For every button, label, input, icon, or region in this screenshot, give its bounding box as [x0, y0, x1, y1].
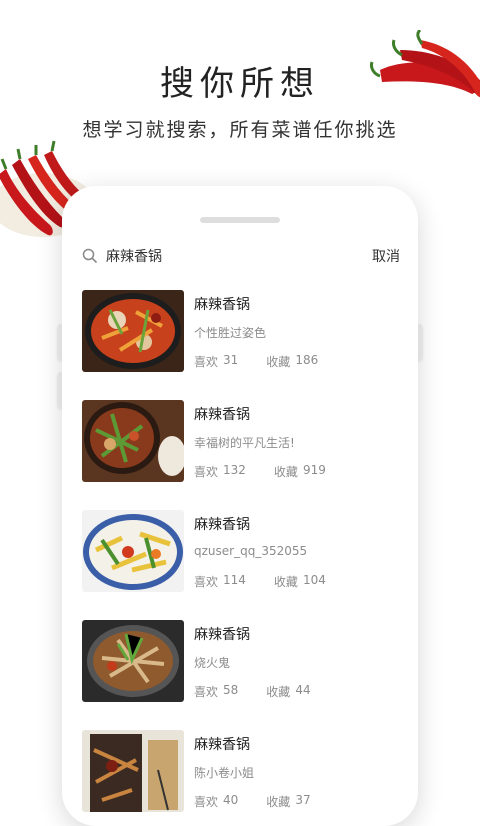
favorites-count: 104 [302, 573, 326, 587]
recipe-stats: 喜欢 58 收藏 44 [194, 683, 339, 700]
likes-count: 40 [223, 793, 239, 807]
phone-speaker [200, 217, 280, 223]
recipe-list-item[interactable]: 麻辣香锅 烧火鬼 喜欢 58 收藏 44 [82, 620, 402, 730]
promo-headline: 搜你所想 [160, 64, 320, 104]
recipe-stats: 喜欢 31 收藏 186 [194, 353, 346, 370]
recipe-title: 麻辣香锅 [194, 517, 250, 533]
likes-label: 喜欢 [194, 355, 219, 369]
recipe-author: 陈小卷小姐 [194, 766, 255, 780]
cancel-button[interactable]: 取消 [372, 246, 400, 266]
favorites-count: 919 [302, 463, 326, 477]
favorites-count: 186 [295, 353, 319, 367]
recipe-author: 烧火鬼 [194, 656, 231, 670]
recipe-author: 个性胜过姿色 [194, 326, 267, 340]
likes-label: 喜欢 [194, 575, 219, 589]
recipe-thumbnail[interactable] [82, 510, 184, 592]
likes-count: 114 [223, 573, 246, 587]
recipe-author: 幸福树的平凡生活! [194, 436, 295, 450]
recipe-list-item[interactable]: 麻辣香锅 qzuser_qq_352055 喜欢 114 收藏 104 [82, 510, 402, 620]
favorites-label: 收藏 [266, 795, 291, 809]
recipe-list-item[interactable]: 麻辣香锅 陈小卷小姐 喜欢 40 收藏 37 [82, 730, 402, 826]
favorites-count: 44 [295, 683, 311, 697]
recipe-stats: 喜欢 132 收藏 919 [194, 463, 354, 480]
likes-count: 58 [223, 683, 239, 697]
recipe-thumbnail[interactable] [82, 400, 184, 482]
favorites-label: 收藏 [266, 685, 291, 699]
promo-subline: 想学习就搜索，所有菜谱任你挑选 [82, 119, 398, 141]
likes-label: 喜欢 [194, 795, 219, 809]
recipe-title: 麻辣香锅 [194, 407, 250, 423]
recipe-thumbnail[interactable] [82, 290, 184, 372]
search-icon [82, 248, 98, 264]
recipe-title: 麻辣香锅 [194, 297, 250, 313]
recipe-list-item[interactable]: 麻辣香锅 幸福树的平凡生活! 喜欢 132 收藏 919 [82, 400, 402, 510]
recipe-thumbnail[interactable] [82, 620, 184, 702]
favorites-label: 收藏 [273, 575, 298, 589]
favorites-label: 收藏 [266, 355, 291, 369]
recipe-stats: 喜欢 40 收藏 37 [194, 793, 339, 810]
favorites-count: 37 [295, 793, 311, 807]
recipe-stats: 喜欢 114 收藏 104 [194, 573, 354, 590]
likes-count: 132 [223, 463, 246, 477]
recipe-author: qzuser_qq_352055 [194, 544, 308, 558]
recipe-results-list: 麻辣香锅 个性胜过姿色 喜欢 31 收藏 186 麻辣香锅 幸福树的平凡生活! 喜欢… [82, 290, 402, 826]
likes-label: 喜欢 [194, 465, 219, 479]
likes-label: 喜欢 [194, 685, 219, 699]
recipe-list-item[interactable]: 麻辣香锅 个性胜过姿色 喜欢 31 收藏 186 [82, 290, 402, 400]
search-bar[interactable]: 麻辣香锅 取消 [82, 244, 400, 268]
recipe-title: 麻辣香锅 [194, 737, 250, 753]
favorites-label: 收藏 [273, 465, 298, 479]
phone-frame: 麻辣香锅 取消 麻辣香锅 个性胜过姿色 喜欢 31 收藏 186 麻辣香锅 幸福树的… [62, 186, 418, 826]
likes-count: 31 [223, 353, 239, 367]
search-input[interactable]: 麻辣香锅 [106, 246, 372, 266]
recipe-title: 麻辣香锅 [194, 627, 250, 643]
